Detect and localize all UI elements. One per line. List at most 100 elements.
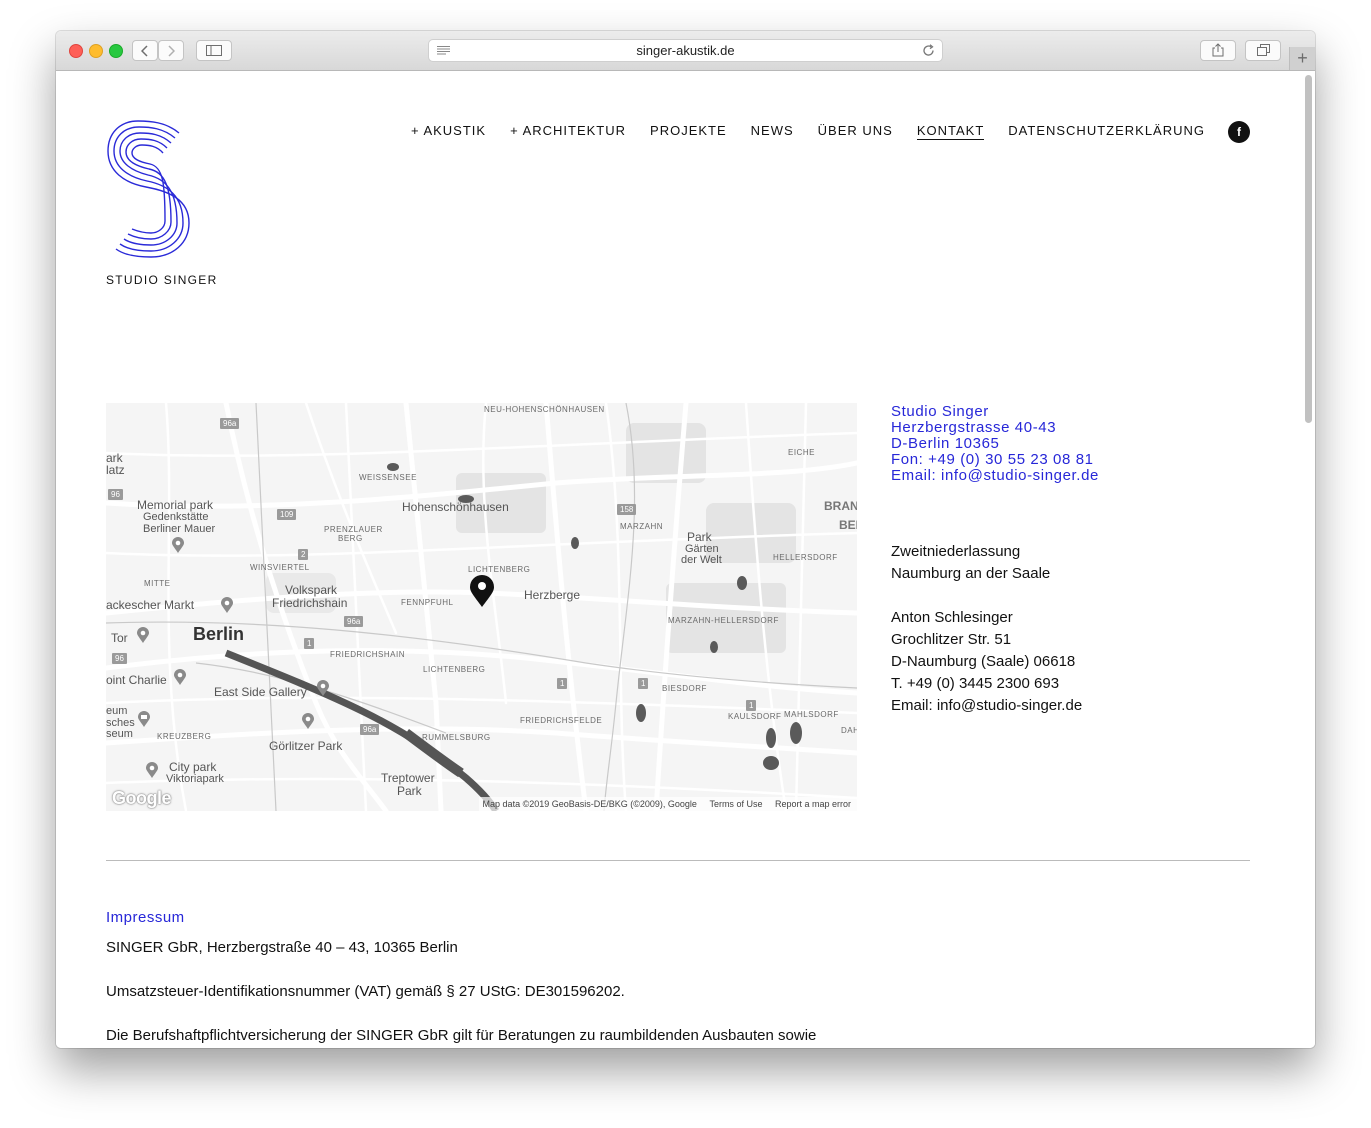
terms-link[interactable]: Terms of Use (709, 799, 762, 809)
chevron-right-icon (168, 45, 175, 57)
map-label: FRIEDRICHSHAIN (330, 650, 406, 659)
map-label: WEISSENSEE (359, 473, 417, 482)
tabs-overview-button[interactable] (1245, 40, 1281, 61)
branch-street: Grochlitzer Str. 51 (891, 631, 1012, 648)
divider (106, 860, 1250, 861)
contact-address: Studio Singer Herzbergstrasse 40-43 D-Be… (891, 404, 1099, 484)
map-label: ackescher Markt (106, 598, 195, 612)
map-label: Berliner Mauer (143, 523, 216, 535)
map-label: MARZAHN (620, 522, 664, 531)
map-label: latz (106, 463, 125, 477)
road-shield: 96 (108, 489, 123, 500)
map-label: Görlitzer Park (269, 739, 343, 753)
impressum-line: SINGER GbR, Herzbergstraße 40 – 43, 1036… (106, 939, 458, 956)
road-shield: 1 (638, 678, 649, 689)
branch-email[interactable]: Email: info@studio-singer.de (891, 695, 1082, 717)
map-label: Viktoriapark (166, 773, 224, 785)
share-button[interactable] (1200, 40, 1236, 61)
map-label: BER (839, 518, 857, 532)
map-label: Memorial park (137, 498, 214, 512)
nav-ueber-uns[interactable]: ÜBER UNS (818, 123, 893, 140)
museum-marker-icon[interactable] (138, 711, 150, 727)
poi-marker-icon[interactable] (317, 680, 329, 696)
map-label: Herzberge (524, 588, 581, 602)
contact-name: Studio Singer (891, 403, 989, 420)
google-map[interactable]: NEU-HOHENSCHÖNHAUSEN WEISSENSEE Hohensch… (106, 403, 857, 811)
map-label: KREUZBERG (157, 732, 212, 741)
map-label: FRIEDRICHSFELDE (520, 716, 603, 725)
close-window-button[interactable] (69, 44, 83, 58)
address-bar[interactable]: singer-akustik.de (428, 39, 943, 62)
map-label: LICHTENBERG (468, 565, 531, 574)
map-label: HELLERSDORF (773, 553, 838, 562)
map-label: Berlin (193, 624, 245, 644)
browser-toolbar: singer-akustik.de + (56, 31, 1315, 71)
map-label: BIESDORF (662, 684, 707, 693)
share-icon (1212, 43, 1224, 57)
page-scrollbar[interactable] (1305, 75, 1312, 423)
impressum-line: Umsatzsteuer-Identifikationsnummer (VAT)… (106, 983, 625, 1000)
nav-architektur[interactable]: + ARCHITEKTUR (510, 123, 626, 140)
reload-icon[interactable] (922, 44, 935, 57)
contact-email[interactable]: Email: info@studio-singer.de (891, 468, 1099, 484)
location-pin-icon[interactable] (470, 575, 494, 607)
nav-kontakt[interactable]: KONTAKT (916, 123, 985, 140)
nav-projekte[interactable]: PROJEKTE (650, 123, 727, 140)
poi-marker-icon[interactable] (146, 762, 158, 778)
map-label: Treptower (381, 771, 435, 785)
branch-office: Zweitniederlassung Naumburg an der Saale… (891, 541, 1082, 717)
map-label: Tor (111, 631, 128, 645)
forward-button[interactable] (158, 40, 184, 61)
impressum-line: Die Berufshaftpflichtversicherung der SI… (106, 1027, 817, 1044)
map-label: City park (169, 760, 217, 774)
branch-person: Anton Schlesinger (891, 609, 1013, 626)
facebook-icon[interactable]: f (1228, 121, 1250, 143)
map-label: BERG (338, 534, 363, 543)
road-shield: 96a (360, 724, 380, 735)
poi-marker-icon[interactable] (302, 713, 314, 729)
plus-icon: + (1297, 48, 1308, 68)
map-label: der Welt (681, 554, 722, 566)
road-shield: 96a (220, 418, 240, 429)
google-logo[interactable]: Google (112, 788, 172, 809)
studio-singer-logo[interactable] (106, 119, 192, 259)
road-shield: 1 (746, 700, 757, 711)
url-text: singer-akustik.de (636, 43, 735, 58)
map-label: Hohenschönhausen (402, 500, 509, 514)
map-label: Friedrichshain (272, 596, 348, 610)
branch-city: D-Naumburg (Saale) 06618 (891, 653, 1076, 670)
branch-title: Zweitniederlassung (891, 543, 1021, 560)
branch-phone[interactable]: T. +49 (0) 3445 2300 693 (891, 673, 1082, 695)
map-label: Gedenkstätte (143, 511, 209, 523)
poi-marker-icon[interactable] (221, 597, 233, 613)
nav-datenschutz[interactable]: DATENSCHUTZERKLÄRUNG (1008, 123, 1205, 140)
map-label: East Side Gallery (214, 685, 307, 699)
contact-street: Herzbergstrasse 40-43 (891, 419, 1057, 436)
web-page: STUDIO SINGER + AKUSTIK + ARCHITEKTUR PR… (56, 71, 1315, 1048)
poi-marker-icon[interactable] (172, 537, 184, 553)
map-label: MAHLSDORF (784, 710, 839, 719)
road-shield: 109 (277, 509, 297, 520)
poi-marker-icon[interactable] (137, 627, 149, 643)
contact-phone[interactable]: Fon: +49 (0) 30 55 23 08 81 (891, 452, 1099, 468)
poi-marker-icon[interactable] (174, 669, 186, 685)
map-label: oint Charlie (106, 673, 167, 687)
nav-akustik[interactable]: + AKUSTIK (411, 123, 486, 140)
map-label: seum (106, 728, 133, 740)
branch-location: Naumburg an der Saale (891, 565, 1051, 582)
map-label: MARZAHN-HELLERSDORF (668, 616, 779, 625)
map-roads (106, 403, 857, 811)
zoom-window-button[interactable] (109, 44, 123, 58)
map-label: PRENZLAUER (324, 525, 383, 534)
sidebar-icon (206, 45, 222, 56)
minimize-window-button[interactable] (89, 44, 103, 58)
back-button[interactable] (132, 40, 158, 61)
new-tab-button[interactable]: + (1289, 47, 1315, 70)
sidebar-toggle-button[interactable] (196, 40, 232, 61)
report-map-error-link[interactable]: Report a map error (775, 799, 851, 809)
map-label: KAULSDORF (728, 712, 782, 721)
contact-city: D-Berlin 10365 (891, 435, 1000, 452)
chevron-left-icon (141, 45, 148, 57)
nav-news[interactable]: NEWS (751, 123, 794, 140)
map-label: EICHE (788, 448, 815, 457)
